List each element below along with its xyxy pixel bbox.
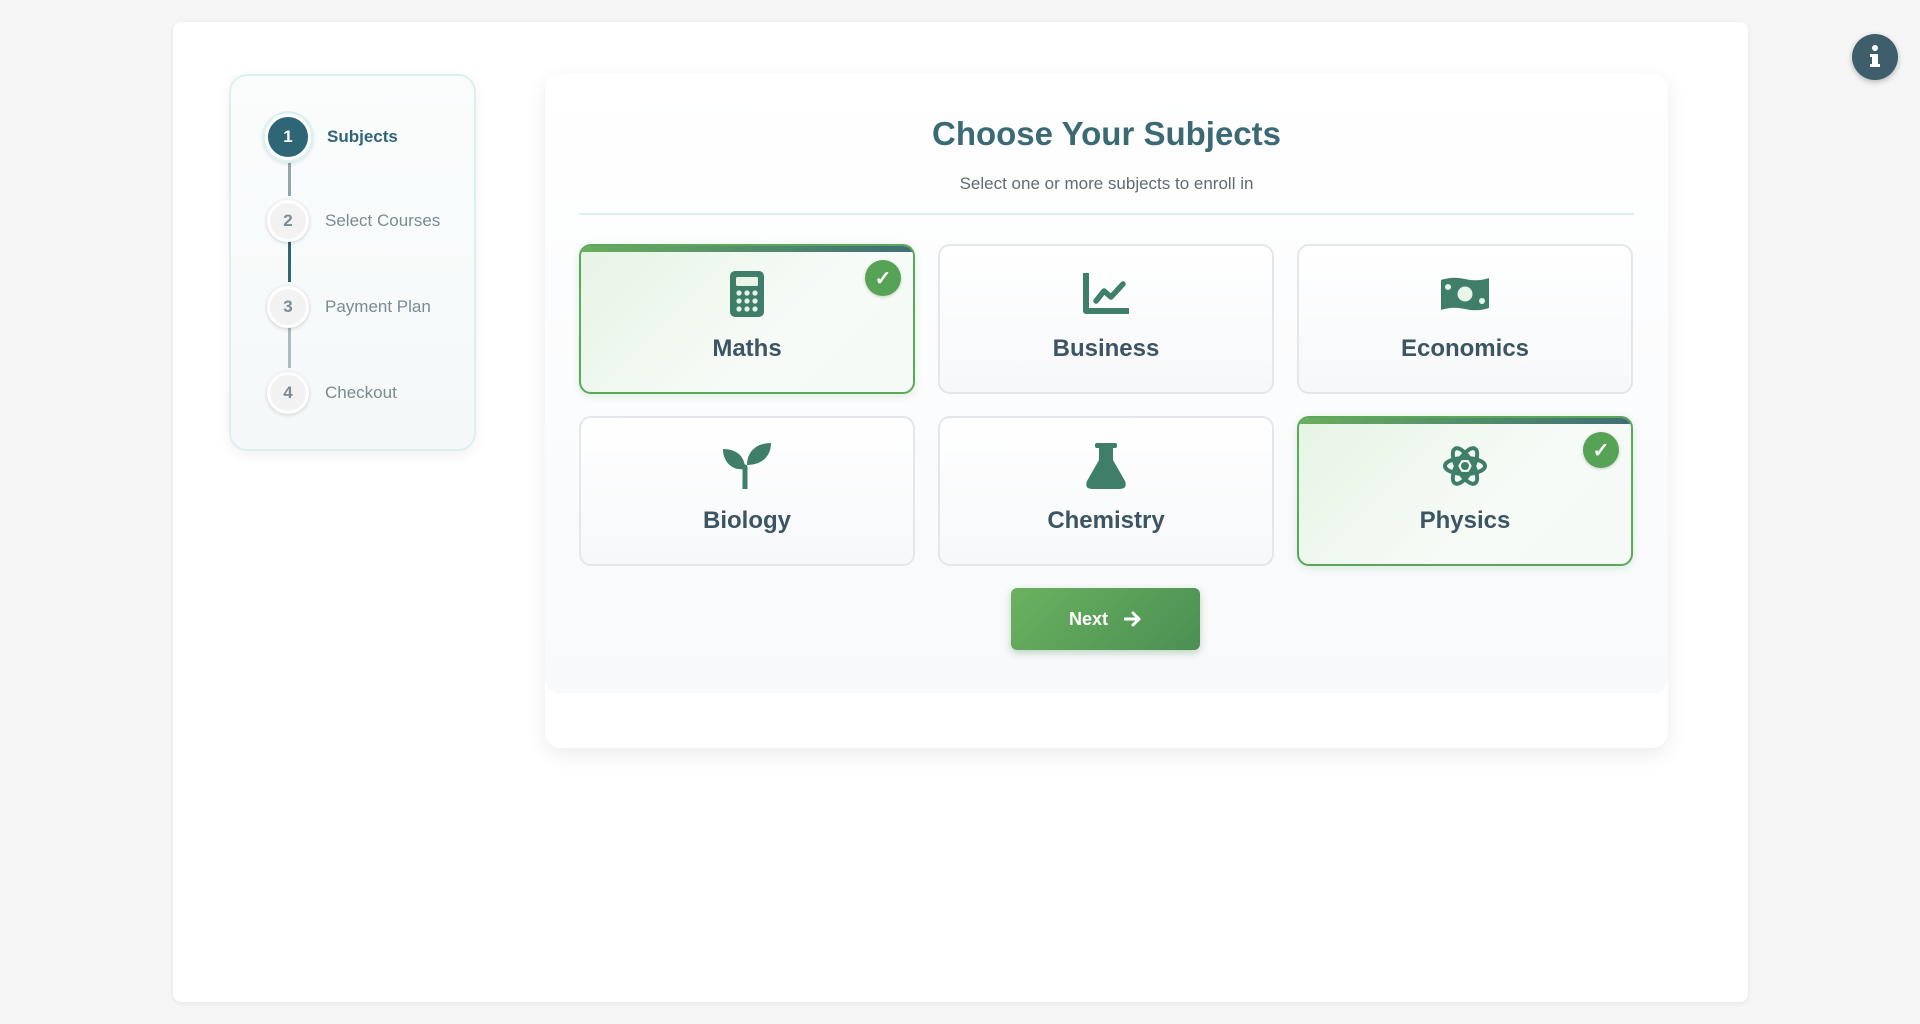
step-label: Subjects	[327, 127, 398, 146]
next-button[interactable]: Next	[1011, 588, 1200, 650]
page-subtitle: Select one or more subjects to enroll in	[959, 174, 1254, 193]
check-icon: ✓	[1583, 432, 1619, 468]
step-select-courses[interactable]: 2 Select Courses	[267, 200, 440, 242]
subject-label: Business	[1052, 335, 1160, 362]
seedling-icon	[721, 442, 773, 490]
subject-card-business[interactable]: Business	[938, 244, 1274, 394]
next-label: Next	[1068, 608, 1108, 629]
step-label: Select Courses	[325, 211, 441, 230]
check-icon: ✓	[865, 260, 901, 296]
subject-label: Maths	[712, 335, 782, 362]
step-number: 4	[267, 372, 309, 414]
divider	[579, 213, 1634, 215]
subject-card-chemistry[interactable]: Chemistry	[938, 416, 1274, 566]
subject-label: Economics	[1400, 335, 1530, 362]
step-connector	[288, 154, 291, 196]
money-bill-icon	[1439, 270, 1491, 318]
subject-card-biology[interactable]: Biology	[579, 416, 915, 566]
calculator-icon	[721, 270, 773, 318]
subject-label: Chemistry	[1047, 507, 1165, 534]
step-connector	[288, 240, 291, 282]
subject-label: Physics	[1419, 507, 1511, 534]
step-checkout[interactable]: 4 Checkout	[267, 372, 397, 414]
info-icon	[1870, 45, 1880, 67]
step-payment-plan[interactable]: 3 Payment Plan	[267, 286, 431, 328]
atom-icon	[1439, 442, 1491, 490]
step-label: Checkout	[325, 383, 397, 402]
subject-card-physics[interactable]: Physics ✓	[1297, 416, 1633, 566]
info-button[interactable]	[1852, 34, 1898, 80]
panel-content: Choose Your Subjects Select one or more …	[545, 74, 1668, 694]
step-number: 2	[267, 200, 309, 242]
step-connector	[288, 326, 291, 368]
step-label: Payment Plan	[325, 297, 431, 316]
flask-icon	[1080, 442, 1132, 490]
step-subjects[interactable]: 1 Subjects	[265, 114, 398, 160]
step-number: 1	[265, 114, 311, 160]
subject-card-economics[interactable]: Economics	[1297, 244, 1633, 394]
subject-card-maths[interactable]: Maths ✓	[579, 244, 915, 394]
subject-selection-panel: Choose Your Subjects Select one or more …	[545, 74, 1668, 748]
chart-line-icon	[1080, 270, 1132, 318]
arrow-right-icon	[1124, 611, 1142, 627]
step-number: 3	[267, 286, 309, 328]
progress-stepper: 1 Subjects 2 Select Courses 3 Payment Pl…	[229, 74, 476, 451]
subject-label: Biology	[703, 507, 791, 534]
page-title: Choose Your Subjects	[931, 115, 1281, 152]
